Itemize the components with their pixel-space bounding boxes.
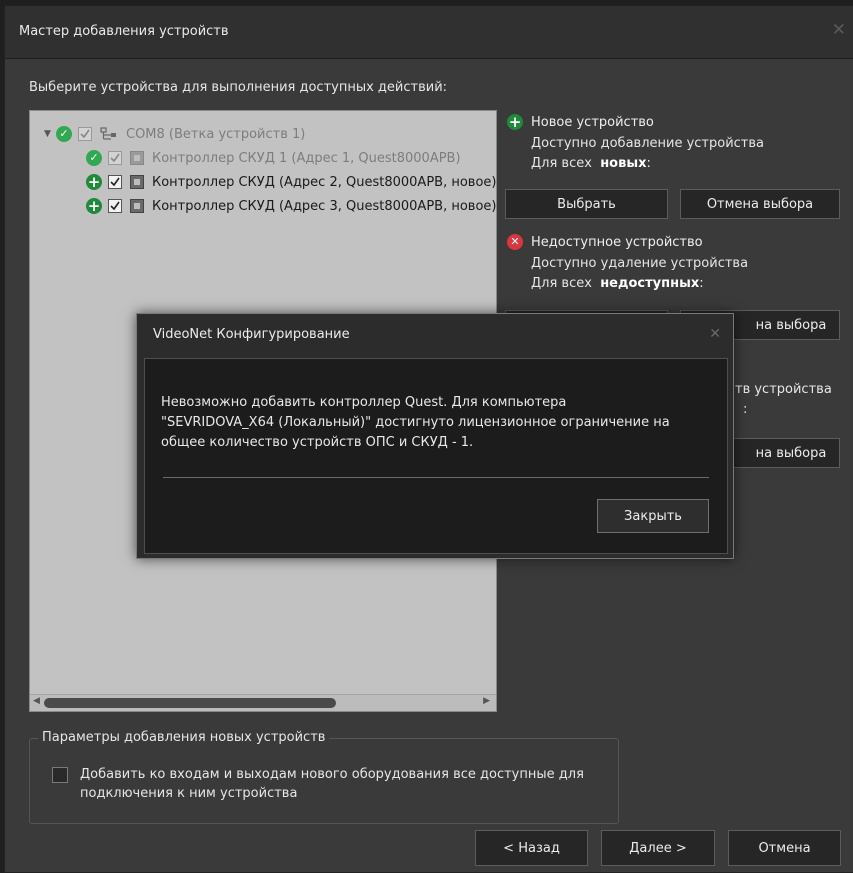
- for-all-prefix: Для всех: [531, 156, 592, 171]
- branch-icon: [100, 127, 118, 141]
- new-device-heading: + Новое устройство: [507, 114, 654, 130]
- unavailable-device-title: Недоступное устройство: [531, 234, 703, 250]
- tree-root-checkbox[interactable]: [78, 127, 92, 141]
- scroll-right-arrow-icon[interactable]: ▶: [483, 696, 490, 706]
- for-all-colon: :: [646, 156, 651, 171]
- check-circle-icon: ✓: [86, 150, 102, 166]
- tree-item-label: Контроллер СКУД (Адрес 2, Quest8000APB, …: [152, 174, 497, 190]
- license-error-dialog: VideoNet Конфигурирование ✕ Невозможно д…: [136, 313, 734, 559]
- new-device-params-group: Параметры добавления новых устройств Доб…: [29, 730, 619, 824]
- plus-circle-icon: +: [86, 173, 102, 191]
- dialog-message: Невозможно добавить контроллер Quest. Дл…: [161, 395, 670, 450]
- cancel-button[interactable]: Отмена: [728, 830, 841, 866]
- cancel-unavailable-selection-label: на выбора: [755, 317, 827, 333]
- horizontal-scrollbar[interactable]: ◀ ▶: [30, 694, 496, 711]
- select-new-button[interactable]: Выбрать: [505, 189, 668, 219]
- close-icon[interactable]: ✕: [709, 326, 721, 342]
- back-button[interactable]: < Назад: [475, 830, 588, 866]
- tree-item-checkbox[interactable]: [108, 199, 122, 213]
- tree-item-label: Контроллер СКУД 1 (Адрес 1, Quest8000APB…: [152, 150, 461, 166]
- expand-arrow-icon[interactable]: ▼: [44, 129, 56, 139]
- plus-circle-icon: +: [507, 113, 523, 131]
- params-legend: Параметры добавления новых устройств: [38, 730, 330, 745]
- unavailable-device-for-all: Для всех недоступных:: [531, 276, 704, 291]
- window-title: Мастер добавления устройств: [19, 24, 229, 39]
- tree-item-checkbox[interactable]: [108, 151, 122, 165]
- unavailable-device-heading: ✕ Недоступное устройство: [507, 234, 703, 250]
- error-circle-icon: ✕: [507, 234, 523, 250]
- for-all-new-label: новых: [600, 156, 647, 171]
- scrollbar-thumb[interactable]: [44, 698, 336, 708]
- plus-circle-icon: +: [86, 197, 102, 215]
- title-bar: Мастер добавления устройств ✕: [5, 6, 853, 59]
- new-device-desc: Доступно добавление устройства: [531, 136, 764, 151]
- cancel-new-selection-button[interactable]: Отмена выбора: [680, 189, 840, 219]
- controller-icon: [130, 175, 144, 189]
- for-all-unavailable-label: недоступных: [600, 276, 700, 291]
- next-button[interactable]: Далее >: [601, 830, 715, 866]
- for-all-colon: :: [699, 276, 704, 291]
- close-icon[interactable]: ✕: [832, 20, 846, 40]
- new-device-title: Новое устройство: [531, 114, 654, 130]
- scroll-left-arrow-icon[interactable]: ◀: [33, 696, 40, 706]
- new-device-for-all: Для всех новых:: [531, 156, 651, 171]
- add-all-devices-label[interactable]: Добавить ко входам и выходам нового обор…: [80, 765, 600, 803]
- controller-icon: [130, 199, 144, 213]
- tree-root-label: COM8 (Ветка устройств 1): [126, 126, 306, 142]
- tree-root-row[interactable]: ▼ ✓ COM8 (Ветка устройств 1): [44, 123, 305, 145]
- tree-item-row[interactable]: + Контроллер СКУД (Адрес 2, Quest8000APB…: [86, 171, 496, 193]
- dialog-separator: [163, 477, 709, 478]
- third-section-title: тв устройства: [735, 382, 832, 397]
- add-all-devices-checkbox[interactable]: [52, 767, 68, 783]
- cancel-third-selection-label: на выбора: [755, 445, 827, 461]
- instruction-label: Выберите устройства для выполнения досту…: [29, 80, 448, 95]
- tree-item-row[interactable]: ✓ Контроллер СКУД 1 (Адрес 1, Quest8000A…: [86, 147, 461, 169]
- dialog-body: Невозможно добавить контроллер Quest. Дл…: [144, 358, 728, 554]
- dialog-close-button[interactable]: Закрыть: [597, 499, 709, 533]
- tree-item-label: Контроллер СКУД (Адрес 3, Quest8000APB, …: [152, 198, 497, 214]
- dialog-title: VideoNet Конфигурирование: [153, 327, 350, 342]
- for-all-prefix: Для всех: [531, 276, 592, 291]
- third-section-colon: :: [743, 402, 748, 417]
- tree-item-row[interactable]: + Контроллер СКУД (Адрес 3, Quest8000APB…: [86, 195, 496, 217]
- controller-icon: [130, 151, 144, 165]
- tree-item-checkbox[interactable]: [108, 175, 122, 189]
- check-circle-icon: ✓: [56, 126, 72, 142]
- unavailable-device-desc: Доступно удаление устройства: [531, 256, 749, 271]
